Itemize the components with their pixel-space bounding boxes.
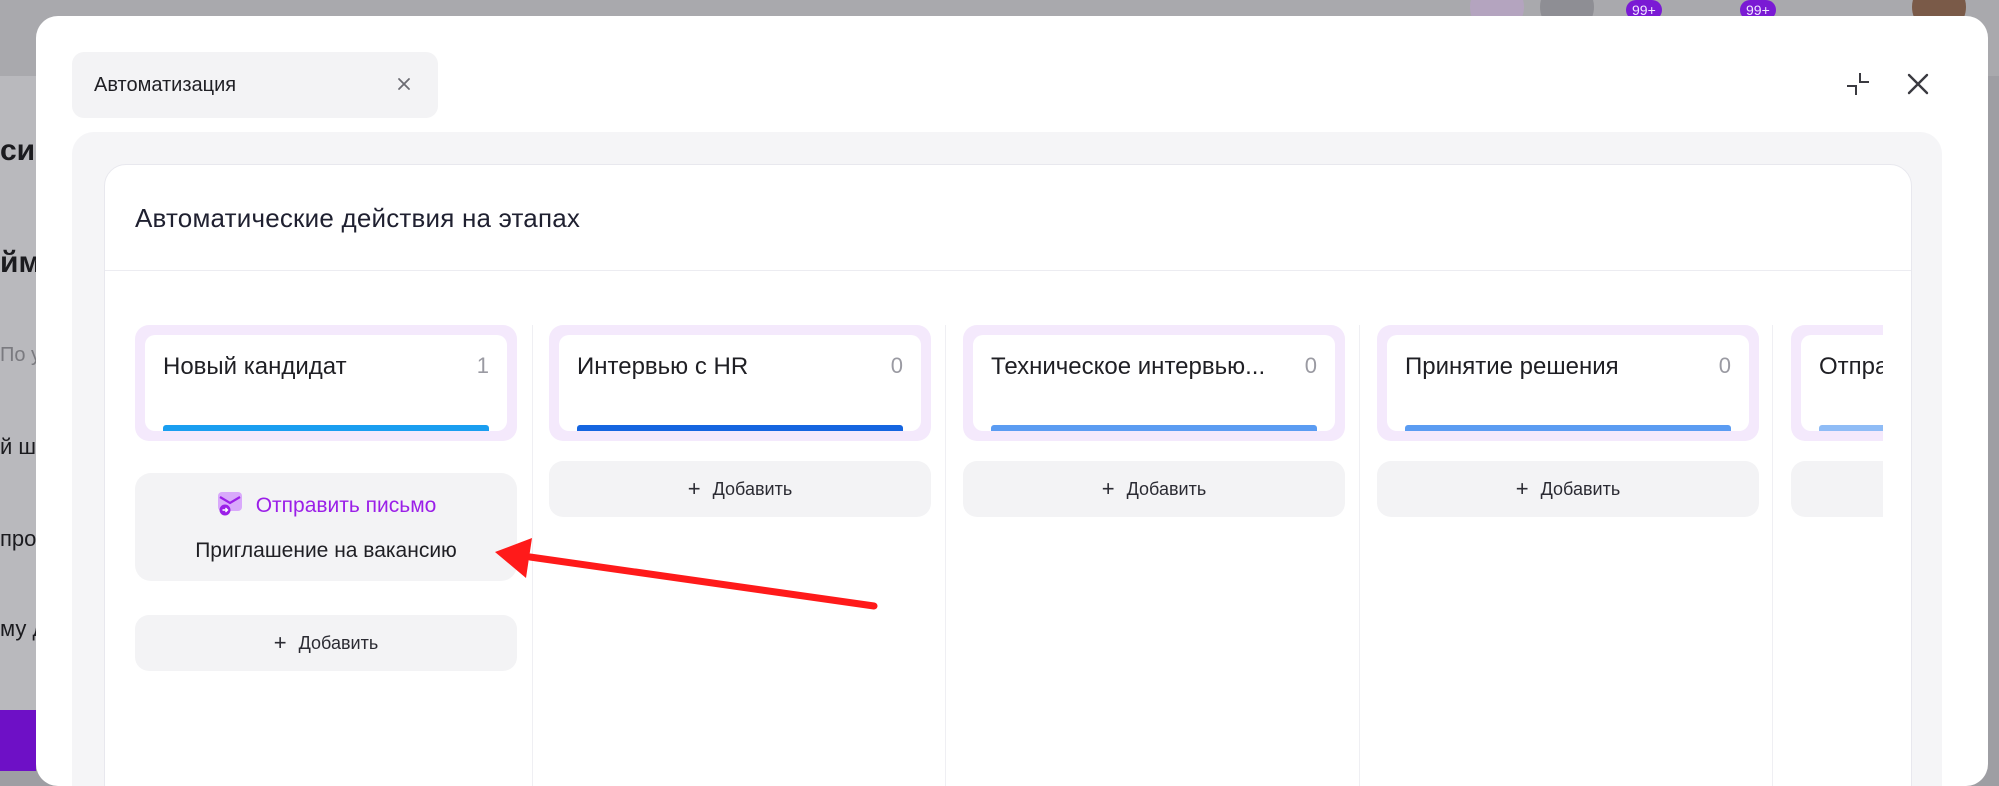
add-button-label: Добавить [712, 478, 793, 499]
plus-icon: + [1101, 476, 1115, 501]
stage-column: Отпра + Добавить [1791, 325, 1883, 786]
stage-name: Техническое интервью... [991, 353, 1266, 380]
add-button-label: Добавить [298, 632, 379, 653]
plus-icon: + [1515, 476, 1529, 501]
card-title: Автоматические действия на этапах [135, 203, 581, 233]
stage-header: Отпра [1791, 325, 1883, 441]
tab-close-icon[interactable] [392, 72, 416, 98]
column-divider [945, 325, 946, 786]
stage-column: Принятие решения 0 + Добавить [1377, 325, 1759, 786]
stage-column: Новый кандидат 1 Отправить письмо Пригла… [135, 325, 517, 786]
stage-header: Принятие решения 0 [1377, 325, 1759, 441]
column-divider [1772, 325, 1773, 786]
stage-color-bar [163, 425, 489, 431]
tab-automation[interactable]: Автоматизация [72, 52, 438, 118]
stage-name: Отпра [1819, 353, 1883, 380]
stage-header: Интервью с HR 0 [549, 325, 931, 441]
add-action-button[interactable]: + Добавить [1791, 461, 1883, 517]
stage-column: Интервью с HR 0 + Добавить [549, 325, 931, 786]
action-title: Отправить письмо [255, 493, 437, 517]
column-divider [532, 325, 533, 786]
card-divider [105, 270, 1911, 271]
background-input-fragment: По у [0, 344, 42, 366]
plus-icon: + [273, 630, 287, 655]
stage-column: Техническое интервью... 0 + Добавить [963, 325, 1345, 786]
add-action-button[interactable]: + Добавить [135, 615, 517, 671]
mail-send-icon [216, 489, 244, 522]
action-header: Отправить письмо [135, 489, 517, 522]
close-modal-icon[interactable] [1902, 68, 1934, 100]
stage-name: Новый кандидат [163, 353, 347, 380]
stage-header-inner: Принятие решения 0 [1387, 335, 1749, 431]
collapse-icon[interactable] [1842, 68, 1874, 100]
stage-actions-card: Автоматические действия на этапах Новый … [104, 164, 1912, 786]
background-content: си йму По у й ш про му д [0, 76, 57, 771]
stage-name: Интервью с HR [577, 353, 749, 380]
stage-header-inner: Техническое интервью... 0 [973, 335, 1335, 431]
background-text-fragment: й ш [0, 434, 37, 459]
stage-color-bar [1819, 425, 1883, 431]
action-template-name: Приглашение на вакансию [195, 539, 457, 562]
stage-color-bar [577, 425, 903, 431]
stage-count: 0 [1304, 353, 1317, 378]
add-action-button[interactable]: + Добавить [1377, 461, 1759, 517]
plus-icon: + [687, 476, 701, 501]
stage-header-inner: Интервью с HR 0 [559, 335, 921, 431]
automation-modal: Автоматизация Автоматические действия на… [36, 16, 1988, 786]
stage-name: Принятие решения [1405, 353, 1619, 380]
add-button-label: Добавить [1540, 478, 1621, 499]
add-action-button[interactable]: + Добавить [549, 461, 931, 517]
stage-header-inner: Новый кандидат 1 [145, 335, 507, 431]
background-text-fragment: про [0, 526, 37, 551]
stage-count: 0 [1718, 353, 1731, 378]
stage-count: 0 [890, 353, 903, 378]
stage-color-bar [991, 425, 1317, 431]
stage-header: Техническое интервью... 0 [963, 325, 1345, 441]
stage-header: Новый кандидат 1 [135, 325, 517, 441]
add-action-button[interactable]: + Добавить [963, 461, 1345, 517]
stage-color-bar [1405, 425, 1731, 431]
background-primary-button [0, 710, 36, 771]
stage-count: 1 [476, 353, 489, 378]
background-heading-fragment: си [0, 134, 36, 167]
add-button-label: Добавить [1126, 478, 1207, 499]
stages-board: Новый кандидат 1 Отправить письмо Пригла… [135, 325, 1883, 786]
stage-header-inner: Отпра [1801, 335, 1883, 431]
tab-label: Автоматизация [94, 73, 237, 96]
automation-action-card[interactable]: Отправить письмо Приглашение на вакансию [135, 473, 517, 581]
column-divider [1359, 325, 1360, 786]
